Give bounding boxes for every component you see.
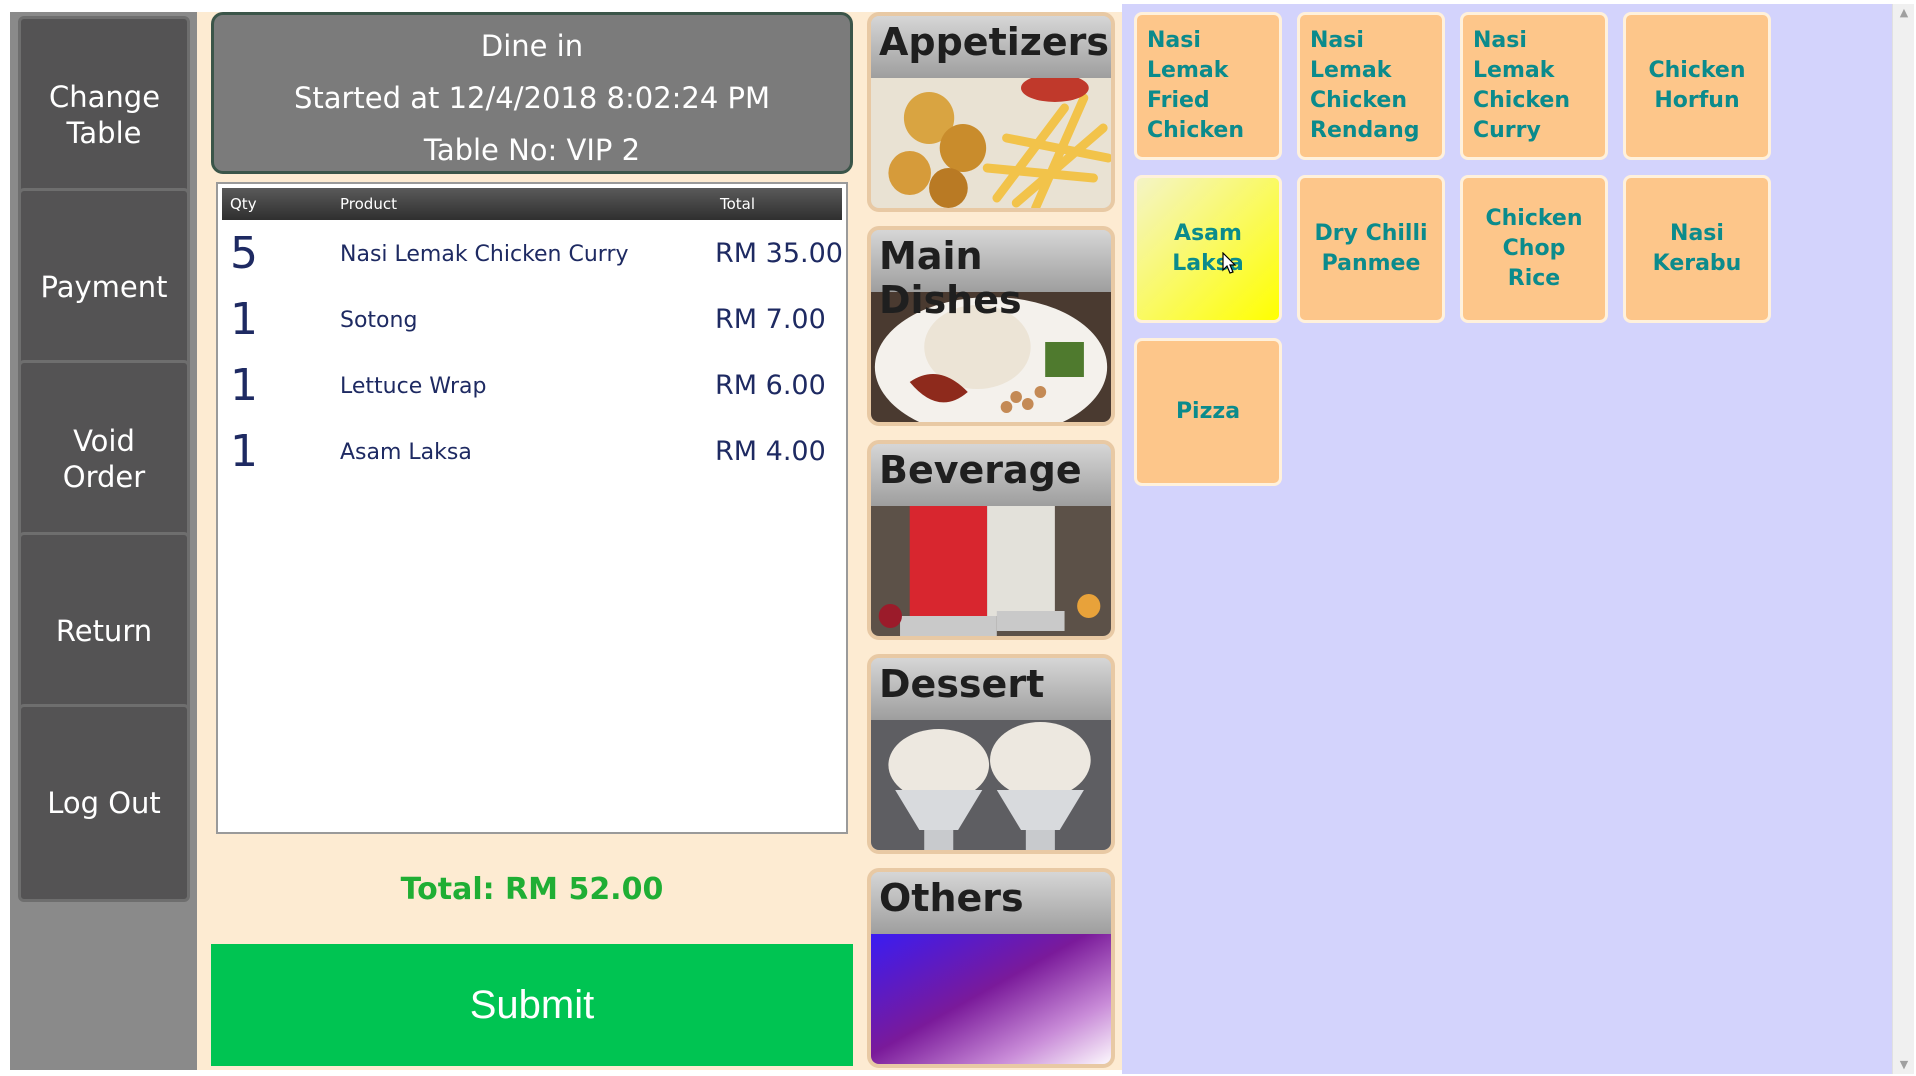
product-label: Chicken Horfun (1648, 58, 1746, 113)
order-row[interactable]: 1 Lettuce Wrap RM 6.00 (218, 354, 846, 420)
product-label: Chicken Chop Rice (1485, 206, 1583, 291)
return-label: Return (55, 614, 153, 648)
row-product: Lettuce Wrap (340, 374, 487, 399)
product-label: Nasi Lemak Chicken Curry (1473, 28, 1571, 143)
submit-label: Submit (469, 982, 595, 1027)
product-label: Nasi Kerabu (1652, 221, 1742, 276)
category-label: Others (879, 876, 1024, 920)
product-chicken-horfun[interactable]: Chicken Horfun (1623, 12, 1771, 160)
product-grid: Nasi Lemak Fried Chicken Nasi Lemak Chic… (1122, 4, 1892, 1074)
product-label: Nasi Lemak Chicken Rendang (1310, 28, 1420, 143)
order-items-table: Qty Product Total 5 Nasi Lemak Chicken C… (216, 182, 848, 834)
beverage-image (871, 506, 1111, 636)
void-order-button[interactable]: Void Order (18, 360, 190, 558)
change-table-label: Change Table (49, 80, 161, 150)
product-nasi-lemak-fried-chicken[interactable]: Nasi Lemak Fried Chicken (1134, 12, 1282, 160)
order-mode: Dine in (480, 29, 584, 63)
category-dessert[interactable]: Dessert (867, 654, 1115, 854)
category-main-dishes[interactable]: Main Dishes (867, 226, 1115, 426)
void-order-label: Void Order (62, 424, 146, 494)
order-panel: Dine in Started at 12/4/2018 8:02:24 PM … (197, 12, 857, 1070)
scroll-up-icon[interactable]: ▲ (1893, 4, 1915, 22)
product-label: Nasi Lemak Fried Chicken (1147, 28, 1245, 143)
row-total: RM 7.00 (715, 304, 826, 335)
column-header-qty: Qty (230, 195, 257, 213)
pos-app: Change Table Payment Void Order Return L… (0, 0, 1916, 1076)
row-total: RM 4.00 (715, 436, 826, 467)
category-others[interactable]: Others (867, 868, 1115, 1068)
category-label: Beverage (879, 448, 1082, 492)
row-qty: 1 (230, 294, 258, 345)
dessert-image (871, 720, 1111, 850)
row-total: RM 35.00 (715, 238, 843, 269)
order-row[interactable]: 5 Nasi Lemak Chicken Curry RM 35.00 (218, 222, 846, 288)
product-asam-laksa[interactable]: Asam Laksa (1134, 175, 1282, 323)
row-product: Nasi Lemak Chicken Curry (340, 242, 629, 267)
payment-label: Payment (40, 270, 168, 304)
return-button[interactable]: Return (18, 532, 190, 730)
row-qty: 1 (230, 426, 258, 477)
appetizers-image (871, 78, 1111, 208)
product-label: Dry Chilli Panmee (1314, 221, 1428, 276)
product-label: Pizza (1175, 399, 1241, 424)
category-label: Main Dishes (879, 234, 1022, 322)
payment-button[interactable]: Payment (18, 188, 190, 386)
order-row[interactable]: 1 Asam Laksa RM 4.00 (218, 420, 846, 486)
row-qty: 1 (230, 360, 258, 411)
category-column: Appetizers Main Dishes Beverage Dessert … (857, 12, 1122, 1070)
product-chicken-chop-rice[interactable]: Chicken Chop Rice (1460, 175, 1608, 323)
product-nasi-lemak-chicken-curry[interactable]: Nasi Lemak Chicken Curry (1460, 12, 1608, 160)
category-label: Dessert (879, 662, 1045, 706)
change-table-button[interactable]: Change Table (18, 16, 190, 214)
mouse-cursor-icon (1222, 252, 1237, 274)
order-row[interactable]: 1 Sotong RM 7.00 (218, 288, 846, 354)
product-label: Asam Laksa (1172, 221, 1244, 276)
order-header: Dine in Started at 12/4/2018 8:02:24 PM … (211, 12, 853, 174)
category-beverage[interactable]: Beverage (867, 440, 1115, 640)
row-qty: 5 (230, 228, 258, 279)
category-label: Appetizers (879, 20, 1110, 64)
log-out-label: Log Out (47, 786, 161, 820)
column-header-product: Product (340, 195, 397, 213)
product-pizza[interactable]: Pizza (1134, 338, 1282, 486)
row-product: Asam Laksa (340, 440, 472, 465)
row-total: RM 6.00 (715, 370, 826, 401)
order-table-header: Qty Product Total (222, 188, 842, 220)
order-table-number: Table No: VIP 2 (423, 133, 641, 167)
product-nasi-kerabu[interactable]: Nasi Kerabu (1623, 175, 1771, 323)
submit-button[interactable]: Submit (211, 944, 853, 1066)
vertical-scrollbar[interactable]: ▲ ▼ (1892, 4, 1914, 1074)
order-start-time: Started at 12/4/2018 8:02:24 PM (293, 81, 771, 115)
column-header-total: Total (720, 195, 756, 213)
product-dry-chilli-panmee[interactable]: Dry Chilli Panmee (1297, 175, 1445, 323)
scroll-down-icon[interactable]: ▼ (1893, 1056, 1915, 1074)
row-product: Sotong (340, 308, 418, 333)
order-total: Total: RM 52.00 (400, 872, 664, 907)
action-column: Change Table Payment Void Order Return L… (10, 12, 197, 1070)
product-nasi-lemak-chicken-rendang[interactable]: Nasi Lemak Chicken Rendang (1297, 12, 1445, 160)
others-gradient-image (871, 934, 1111, 1064)
log-out-button[interactable]: Log Out (18, 704, 190, 902)
category-appetizers[interactable]: Appetizers (867, 12, 1115, 212)
